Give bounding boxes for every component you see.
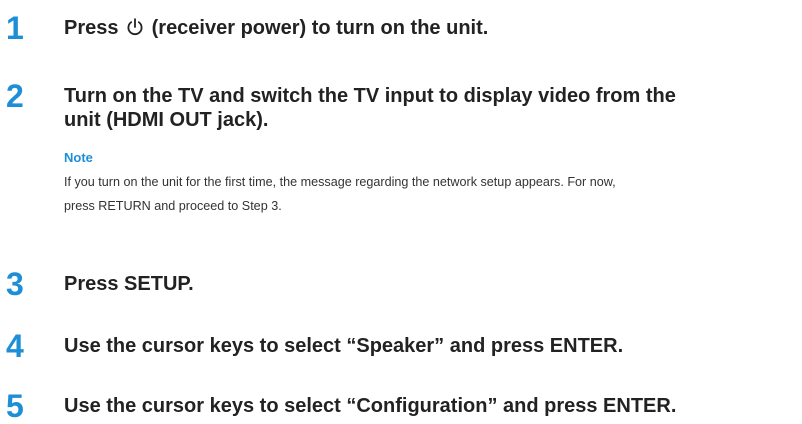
- step-instruction: Press SETUP.: [64, 272, 802, 296]
- note-text: If you turn on the unit for the first ti…: [64, 170, 802, 218]
- step-instruction: Turn on the TV and switch the TV input t…: [64, 84, 802, 132]
- note-label: Note: [64, 150, 93, 165]
- step-number: 4: [6, 328, 24, 364]
- step-instruction: Press (receiver power) to turn on the un…: [64, 16, 802, 40]
- step-number: 1: [6, 10, 24, 46]
- step-number: 3: [6, 266, 24, 302]
- step-text-suffix: (receiver power) to turn on the unit.: [146, 17, 489, 39]
- step-text: Use the cursor keys to select “Configura…: [64, 395, 677, 417]
- note-text-line: press RETURN and proceed to Step 3.: [64, 199, 282, 213]
- step-number: 5: [6, 388, 24, 424]
- note-text-line: If you turn on the unit for the first ti…: [64, 175, 616, 189]
- step-text-line: unit (HDMI OUT jack).: [64, 109, 269, 131]
- step-text-prefix: Press: [64, 17, 125, 39]
- power-icon: [125, 17, 145, 37]
- step-instruction: Use the cursor keys to select “Speaker” …: [64, 334, 802, 358]
- step-text: Use the cursor keys to select “Speaker” …: [64, 335, 624, 357]
- step-text-line: Turn on the TV and switch the TV input t…: [64, 85, 676, 107]
- step-instruction: Use the cursor keys to select “Configura…: [64, 394, 802, 418]
- note-box: Note If you turn on the unit for the fir…: [64, 150, 802, 218]
- step-text: Press SETUP.: [64, 273, 194, 295]
- step-number: 2: [6, 78, 24, 114]
